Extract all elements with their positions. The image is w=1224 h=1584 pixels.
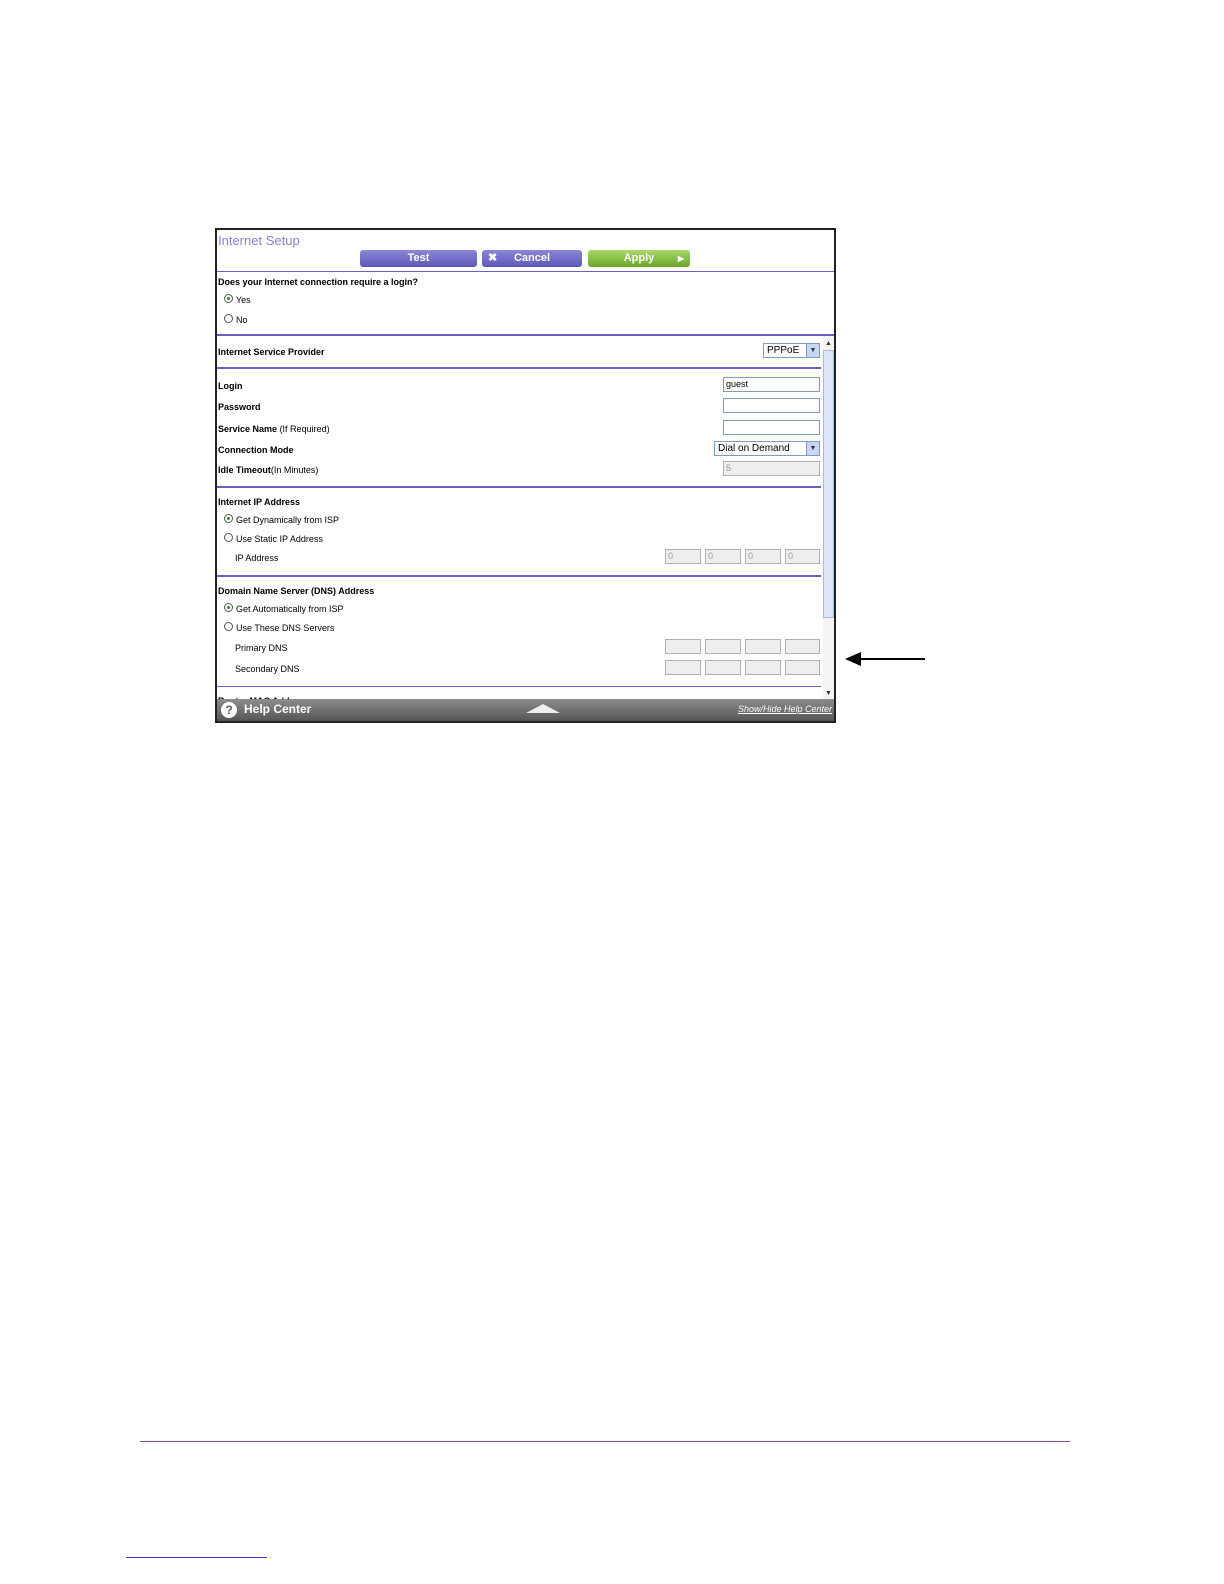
- dns-heading: Domain Name Server (DNS) Address: [218, 586, 375, 596]
- ip-octet-1-input[interactable]: 0: [665, 549, 701, 564]
- ip-static-radio[interactable]: [224, 533, 233, 542]
- divider: [217, 367, 821, 369]
- secondary-dns-octet-3[interactable]: [745, 660, 781, 675]
- service-name-label-row: Service Name (If Required): [218, 424, 330, 434]
- ip-address-heading: Internet IP Address: [218, 497, 301, 507]
- apply-button-label: Apply: [623, 252, 655, 264]
- ip-dynamic-radio[interactable]: [224, 514, 233, 523]
- connection-mode-select[interactable]: Dial on Demand ▼: [714, 441, 820, 456]
- primary-dns-label: Primary DNS: [235, 643, 288, 653]
- secondary-dns-octet-1[interactable]: [665, 660, 701, 675]
- login-no-radio[interactable]: [224, 314, 233, 323]
- isp-label: Internet Service Provider: [218, 347, 325, 357]
- callout-arrow-line: [860, 658, 925, 660]
- connection-mode-value: Dial on Demand: [718, 443, 790, 454]
- footer-divider: [140, 1441, 1070, 1442]
- ip-dynamic-label: Get Dynamically from ISP: [236, 515, 340, 525]
- ip-octet-4-input[interactable]: 0: [785, 549, 820, 564]
- primary-dns-octet-3[interactable]: [745, 639, 781, 654]
- dns-manual-label: Use These DNS Servers: [236, 623, 335, 633]
- login-required-question: Does your Internet connection require a …: [218, 277, 419, 287]
- callout-arrow-icon: [845, 652, 861, 666]
- divider: [217, 575, 821, 577]
- divider: [217, 271, 834, 272]
- isp-select[interactable]: PPPoE ▼: [763, 343, 820, 358]
- primary-dns-octet-4[interactable]: [785, 639, 820, 654]
- idle-timeout-label: Idle Timeout: [218, 465, 271, 475]
- service-name-hint: (If Required): [279, 424, 330, 434]
- cancel-button-label: Cancel: [513, 252, 551, 264]
- play-arrow-icon: ▶: [677, 254, 684, 263]
- divider: [217, 686, 821, 687]
- chevron-down-icon: ▼: [806, 442, 819, 455]
- page-title: Internet Setup: [218, 233, 300, 248]
- service-name-input[interactable]: [723, 420, 820, 435]
- chevron-down-icon: ▼: [806, 344, 819, 357]
- login-label: Login: [218, 381, 243, 391]
- help-center-title: Help Center: [244, 702, 312, 716]
- login-yes-radio[interactable]: [224, 294, 233, 303]
- dns-manual-radio[interactable]: [224, 622, 233, 631]
- internet-setup-window: Internet Setup Test ✖ Cancel Apply ▶ Does …: [215, 228, 836, 723]
- scroll-up-icon[interactable]: ▲: [823, 338, 834, 349]
- password-label: Password: [218, 402, 261, 412]
- dns-auto-radio[interactable]: [224, 603, 233, 612]
- question-icon[interactable]: ?: [221, 702, 237, 718]
- primary-dns-octet-1[interactable]: [665, 639, 701, 654]
- expand-up-icon[interactable]: [526, 704, 560, 713]
- divider: [217, 486, 821, 488]
- help-center-bar: ? Help Center Show/Hide Help Center: [217, 699, 834, 721]
- ip-address-label: IP Address: [235, 553, 279, 563]
- dns-auto-label: Get Automatically from ISP: [236, 604, 344, 614]
- secondary-dns-octet-4[interactable]: [785, 660, 820, 675]
- divider: [217, 334, 834, 336]
- ip-octet-3-input[interactable]: 0: [745, 549, 781, 564]
- login-input[interactable]: guest: [723, 377, 820, 392]
- secondary-dns-label: Secondary DNS: [235, 664, 300, 674]
- ip-static-label: Use Static IP Address: [236, 534, 323, 544]
- idle-timeout-label-row: Idle Timeout(In Minutes): [218, 465, 318, 475]
- ip-octet-2-input[interactable]: 0: [705, 549, 741, 564]
- login-yes-label: Yes: [236, 295, 251, 305]
- scroll-down-icon[interactable]: ▼: [823, 688, 834, 699]
- secondary-dns-octet-2[interactable]: [705, 660, 741, 675]
- show-hide-help-link[interactable]: Show/Hide Help Center: [738, 704, 832, 714]
- apply-button[interactable]: Apply ▶: [588, 250, 690, 267]
- test-button-label: Test: [407, 252, 430, 264]
- test-button[interactable]: Test: [360, 250, 477, 267]
- idle-timeout-input[interactable]: 5: [723, 461, 820, 476]
- cancel-button[interactable]: ✖ Cancel: [482, 250, 582, 267]
- footer-link-underline: [126, 1557, 267, 1558]
- password-input[interactable]: [723, 398, 820, 413]
- connection-mode-label: Connection Mode: [218, 445, 294, 455]
- isp-select-value: PPPoE: [767, 345, 800, 356]
- service-name-label: Service Name: [218, 424, 278, 434]
- idle-timeout-hint: (In Minutes): [270, 465, 319, 475]
- close-icon: ✖: [488, 252, 498, 264]
- scrollbar-thumb[interactable]: [823, 350, 834, 618]
- login-no-label: No: [236, 315, 248, 325]
- primary-dns-octet-2[interactable]: [705, 639, 741, 654]
